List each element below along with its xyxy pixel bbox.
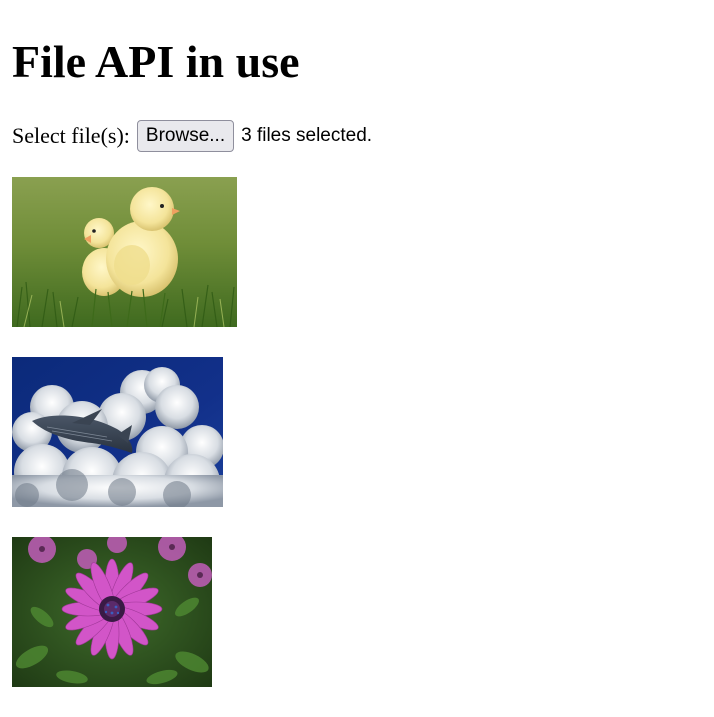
- purple-daisy-flower-image: [12, 537, 212, 687]
- file-picker-row: Select file(s): Browse... 3 files select…: [12, 119, 702, 153]
- page: File API in use Select file(s): Browse..…: [0, 0, 714, 153]
- file-picker-label: Select file(s):: [12, 123, 130, 148]
- whale-in-clouds-image: [12, 357, 223, 507]
- page-heading: File API in use: [12, 36, 300, 87]
- chicks-in-grass-image: [12, 177, 237, 327]
- file-selection-status: 3 files selected.: [241, 125, 373, 146]
- browse-button[interactable]: Browse...: [136, 120, 235, 152]
